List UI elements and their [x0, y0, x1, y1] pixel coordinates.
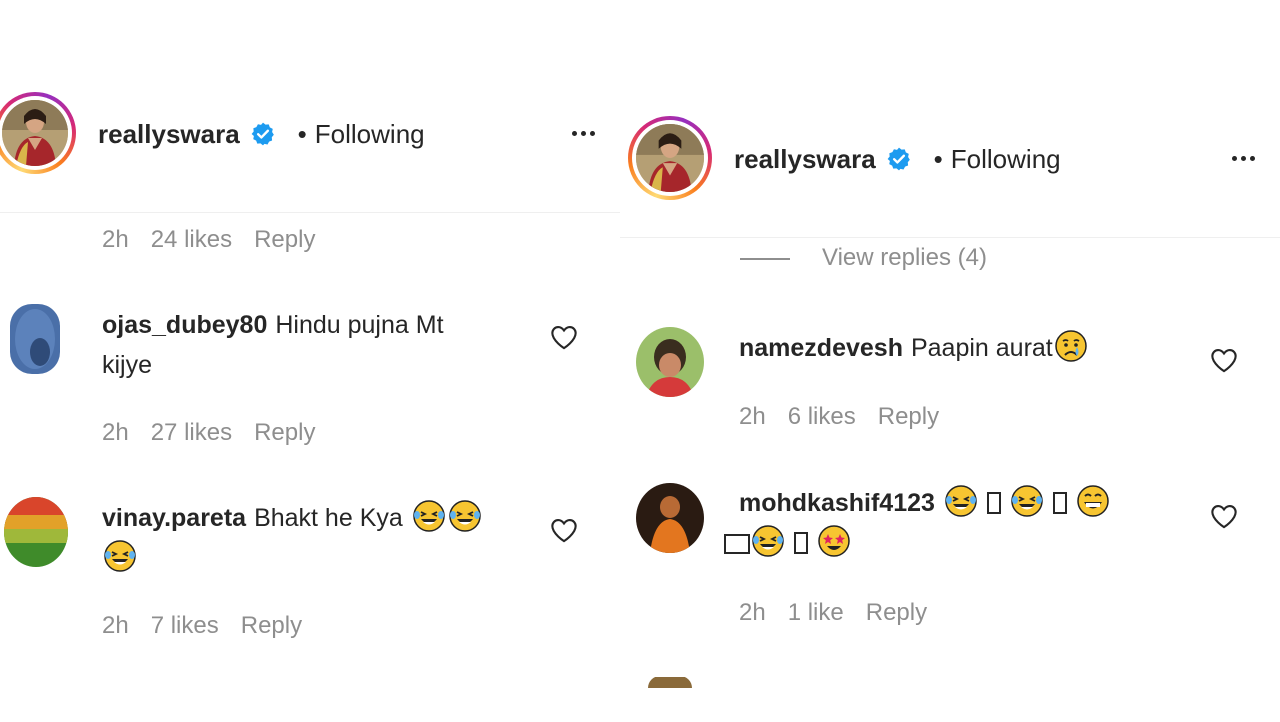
comment-time: 2h: [739, 599, 766, 626]
commenter-avatar[interactable]: [636, 483, 704, 553]
header-divider: [0, 212, 620, 213]
comment-likes[interactable]: 6 likes: [788, 403, 856, 430]
laughing-tears-emoji: [104, 540, 136, 572]
laughing-tears-emoji: [1011, 485, 1043, 517]
view-replies-line: [740, 258, 790, 260]
post-meta: 2h 24 likes Reply: [102, 226, 337, 254]
comment-text: mohdkashif4123: [724, 483, 1194, 563]
comment-username[interactable]: namezdevesh: [739, 334, 903, 362]
grinning-emoji: [1077, 485, 1109, 517]
following-button[interactable]: Following: [951, 144, 1061, 175]
right-comment-panel: reallyswara • Following View replies (4)…: [620, 0, 1280, 722]
missing-glyph: [1052, 492, 1067, 514]
heart-icon[interactable]: [1210, 503, 1238, 529]
view-replies-button[interactable]: View replies (4): [822, 244, 987, 272]
comment-likes[interactable]: 7 likes: [151, 612, 219, 639]
comment-reply-button[interactable]: Reply: [866, 599, 927, 626]
following-button[interactable]: Following: [315, 119, 425, 150]
comment-likes[interactable]: 27 likes: [151, 419, 232, 446]
more-options-icon[interactable]: [1232, 156, 1255, 161]
laughing-tears-emoji: [413, 500, 445, 532]
laughing-tears-emoji: [945, 485, 977, 517]
comment-username[interactable]: vinay.pareta: [102, 504, 246, 532]
header-divider: [620, 237, 1280, 238]
comment-body-line1: Hindu pujna Mt: [275, 311, 444, 339]
commenter-avatar[interactable]: [4, 497, 68, 567]
comment-meta: 2h 27 likes Reply: [102, 419, 337, 447]
comment-body-line2: kijye: [102, 351, 153, 379]
commenter-avatar[interactable]: [648, 676, 692, 688]
profile-avatar[interactable]: [628, 116, 712, 200]
verified-badge-icon: [887, 147, 910, 171]
laughing-tears-emoji: [752, 525, 784, 557]
comment-body: Paapin aurat: [910, 334, 1053, 362]
post-time: 2h: [102, 226, 129, 253]
verified-badge-icon: [251, 122, 274, 146]
comment-text: vinay.pareta Bhakt he Kya: [102, 498, 532, 578]
comment-likes[interactable]: 1 like: [788, 599, 844, 626]
profile-avatar[interactable]: [0, 92, 76, 174]
comment-meta: 2h 1 like Reply: [739, 599, 949, 627]
header-separator: •: [933, 143, 943, 174]
star-struck-emoji: [818, 525, 850, 557]
header-username[interactable]: reallyswara: [734, 144, 876, 175]
crying-emoji: [1055, 330, 1087, 362]
comment-body: Bhakt he Kya: [254, 504, 403, 532]
comment-username[interactable]: mohdkashif4123: [739, 489, 935, 517]
heart-icon[interactable]: [1210, 347, 1238, 373]
comment-text: namezdevesh Paapin aurat: [739, 328, 1199, 368]
missing-glyph: [724, 534, 750, 554]
comment-username[interactable]: ojas_dubey80: [102, 311, 267, 339]
heart-icon[interactable]: [550, 517, 578, 543]
more-options-icon[interactable]: [572, 131, 595, 136]
comment-reply-button[interactable]: Reply: [254, 419, 315, 446]
header-separator: •: [297, 118, 307, 149]
heart-icon[interactable]: [550, 324, 578, 350]
missing-glyph: [986, 492, 1001, 514]
comment-time: 2h: [102, 612, 129, 639]
left-comment-panel: reallyswara • Following 2h 24 likes Reply …: [0, 0, 620, 722]
comment-time: 2h: [739, 403, 766, 430]
laughing-tears-emoji: [449, 500, 481, 532]
commenter-avatar[interactable]: [10, 304, 60, 374]
header-username[interactable]: reallyswara: [98, 119, 240, 150]
comment-meta: 2h 6 likes Reply: [739, 403, 961, 431]
comment-reply-button[interactable]: Reply: [241, 612, 302, 639]
comment-meta: 2h 7 likes Reply: [102, 612, 324, 640]
comment-reply-button[interactable]: Reply: [878, 403, 939, 430]
missing-glyph: [794, 532, 808, 554]
post-reply-button[interactable]: Reply: [254, 226, 315, 253]
comment-text: ojas_dubey80 Hindu pujna Mt kijye: [102, 305, 532, 385]
post-likes[interactable]: 24 likes: [151, 226, 232, 253]
comment-time: 2h: [102, 419, 129, 446]
commenter-avatar[interactable]: [636, 327, 704, 397]
